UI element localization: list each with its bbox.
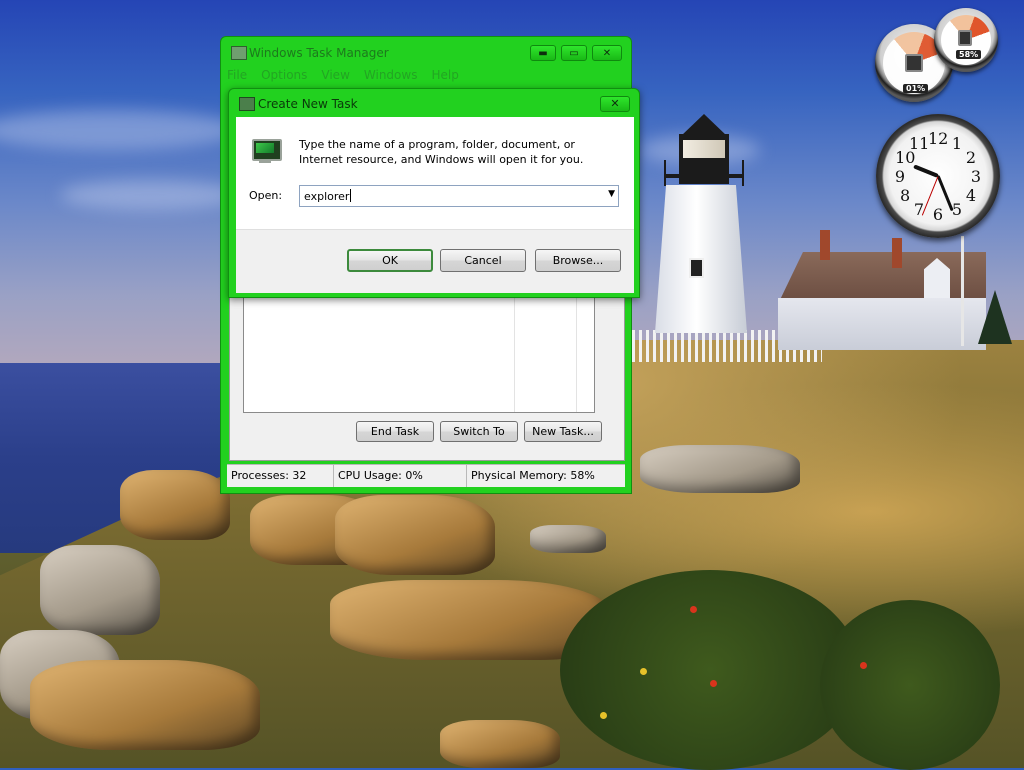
status-bar: Processes: 32 CPU Usage: 0% Physical Mem…	[227, 464, 625, 487]
chimney	[820, 230, 830, 260]
end-task-button[interactable]: End Task	[356, 421, 434, 442]
clock-numeral: 12	[928, 129, 949, 148]
menu-help[interactable]: Help	[431, 68, 458, 86]
house-roof	[778, 252, 986, 304]
flag-pole	[961, 236, 964, 346]
task-manager-title: Windows Task Manager	[249, 46, 389, 60]
clock-numeral: 9	[894, 167, 906, 186]
task-manager-icon	[231, 46, 247, 60]
bush	[560, 570, 860, 770]
hour-hand	[913, 164, 939, 178]
text-caret	[350, 189, 352, 202]
memory-icon	[958, 30, 972, 46]
browse-button[interactable]: Browse...	[535, 249, 621, 272]
clock-numeral: 11	[909, 134, 930, 154]
flower	[860, 662, 867, 669]
rock	[30, 660, 260, 750]
bush	[820, 600, 1000, 770]
status-physical-memory: Physical Memory: 58%	[471, 469, 595, 482]
flower	[690, 606, 697, 613]
new-task-button[interactable]: New Task...	[524, 421, 602, 442]
dialog-description: Type the name of a program, folder, docu…	[299, 138, 584, 166]
dropdown-arrow-icon[interactable]: ▼	[608, 189, 615, 199]
clock-numeral: 2	[965, 148, 976, 167]
rock	[120, 470, 230, 540]
lighthouse-glass	[683, 140, 725, 158]
lighthouse-gallery	[664, 160, 744, 186]
menu-file[interactable]: File	[227, 68, 247, 86]
flower	[640, 668, 647, 675]
rock	[530, 525, 606, 553]
menu-options[interactable]: Options	[261, 68, 307, 86]
applications-list[interactable]	[243, 297, 595, 413]
lighthouse-window	[689, 258, 704, 278]
open-combobox[interactable]: explorer ▼	[299, 185, 619, 207]
memory-gauge: 58%	[934, 8, 998, 72]
run-program-icon	[250, 137, 282, 165]
list-column-divider	[514, 298, 515, 412]
flower	[710, 680, 717, 687]
dialog-button-area: OK Cancel Browse...	[236, 229, 634, 293]
menu-windows[interactable]: Windows	[364, 68, 418, 86]
status-processes: Processes: 32	[227, 465, 334, 487]
clock-numeral: 8	[899, 186, 911, 205]
clock-numeral: 6	[932, 205, 944, 224]
cpu-icon	[905, 54, 923, 72]
cancel-button[interactable]: Cancel	[440, 249, 526, 272]
house	[778, 298, 986, 350]
rock	[640, 445, 800, 493]
switch-to-button[interactable]: Switch To	[440, 421, 518, 442]
dialog-body: Type the name of a program, folder, docu…	[236, 117, 634, 293]
clock-numeral: 3	[970, 167, 982, 186]
close-button[interactable]: ✕	[592, 45, 622, 61]
rock	[40, 545, 160, 635]
dialog-close-button[interactable]: ✕	[600, 96, 630, 112]
cloud	[60, 180, 240, 210]
flower	[600, 712, 607, 719]
create-new-task-dialog[interactable]: Create New Task ✕ Type the name of a pro…	[228, 88, 640, 298]
cpu-meter-gadget[interactable]: 01% 58%	[872, 8, 1002, 104]
memory-readout: 58%	[956, 50, 982, 59]
dialog-title: Create New Task	[258, 97, 358, 111]
maximize-button[interactable]: ▭	[561, 45, 587, 61]
clock-gadget[interactable]: 12 1 2 3 4 5 6 7 8 9 10 11	[876, 114, 1000, 238]
dialog-title-icon	[239, 97, 255, 111]
lighthouse-rail	[664, 174, 744, 178]
cpu-readout: 01%	[903, 84, 929, 93]
list-column-divider	[576, 298, 577, 412]
open-label: Open:	[249, 189, 283, 202]
rock	[440, 720, 560, 768]
chimney	[892, 238, 902, 268]
rock	[335, 495, 495, 575]
ok-button[interactable]: OK	[347, 249, 433, 272]
status-cpu-usage: CPU Usage: 0%	[334, 465, 467, 487]
menu-view[interactable]: View	[321, 68, 349, 86]
minimize-button[interactable]: ▬	[530, 45, 556, 61]
open-input-value[interactable]: explorer	[304, 189, 352, 203]
task-manager-menubar: File Options View Windows Help	[227, 68, 459, 86]
